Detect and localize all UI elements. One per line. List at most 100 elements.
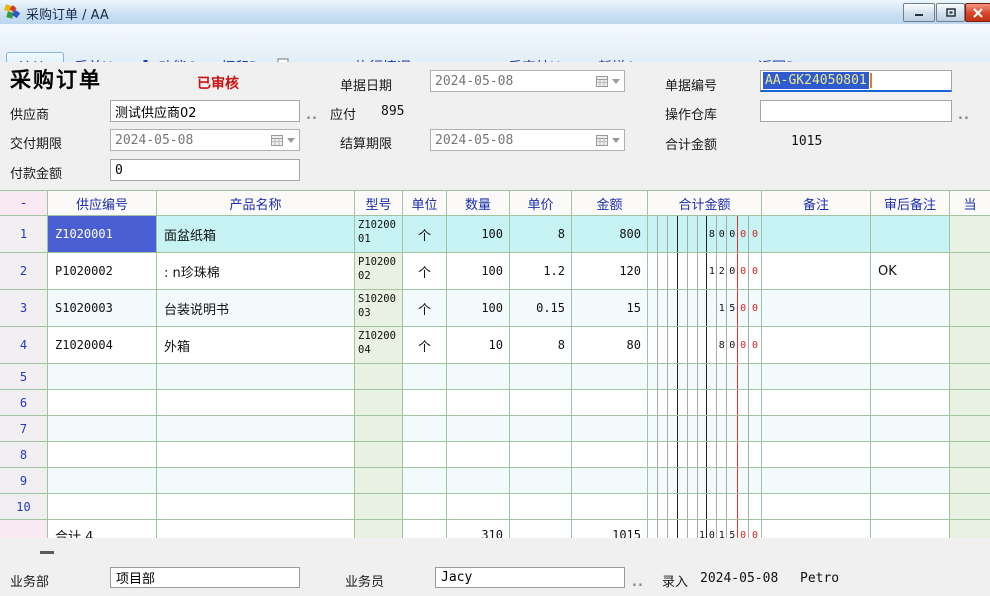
- total-amount-ledger-cell[interactable]: [648, 468, 762, 493]
- unit-cell[interactable]: [403, 390, 447, 415]
- product-name-cell[interactable]: [157, 494, 355, 519]
- product-name-cell[interactable]: [157, 416, 355, 441]
- grid-header-cell[interactable]: 数量: [447, 191, 510, 215]
- row-number-cell[interactable]: 3: [0, 290, 48, 326]
- audit-remark-cell[interactable]: [871, 216, 950, 252]
- supplier-browse-button[interactable]: ..: [306, 108, 318, 123]
- model-cell[interactable]: Z1020001: [355, 216, 403, 252]
- product-name-cell[interactable]: 外箱: [157, 327, 355, 363]
- quantity-cell[interactable]: [447, 416, 510, 441]
- total-amount-ledger-cell[interactable]: [648, 364, 762, 389]
- product-name-cell[interactable]: 台装说明书: [157, 290, 355, 326]
- payment-field[interactable]: 0: [110, 159, 300, 181]
- unit-cell[interactable]: [403, 364, 447, 389]
- unit-cell[interactable]: [403, 494, 447, 519]
- remark-cell[interactable]: [762, 216, 871, 252]
- maximize-button[interactable]: [936, 3, 965, 22]
- model-cell[interactable]: [355, 416, 403, 441]
- amount-cell[interactable]: [572, 468, 648, 493]
- warehouse-field[interactable]: [760, 100, 952, 122]
- row-number-cell[interactable]: 10: [0, 494, 48, 519]
- model-cell[interactable]: [355, 442, 403, 467]
- product-name-cell[interactable]: [157, 468, 355, 493]
- quantity-cell[interactable]: 100: [447, 290, 510, 326]
- amount-cell[interactable]: [572, 442, 648, 467]
- audit-remark-cell[interactable]: [871, 327, 950, 363]
- extra-cell[interactable]: [950, 494, 990, 519]
- audit-remark-cell[interactable]: [871, 390, 950, 415]
- quantity-cell[interactable]: [447, 390, 510, 415]
- amount-cell[interactable]: [572, 416, 648, 441]
- unit-cell[interactable]: [403, 442, 447, 467]
- quantity-cell[interactable]: 100: [447, 216, 510, 252]
- grid-header-cell[interactable]: 审后备注: [871, 191, 950, 215]
- quantity-cell[interactable]: [447, 442, 510, 467]
- doc-date-field[interactable]: 2024-05-08: [430, 70, 625, 92]
- amount-cell[interactable]: [572, 390, 648, 415]
- total-amount-ledger-cell[interactable]: 12000: [648, 253, 762, 289]
- product-name-cell[interactable]: 面盆纸箱: [157, 216, 355, 252]
- unit-price-cell[interactable]: [510, 494, 572, 519]
- grid-header-cell[interactable]: -: [0, 191, 48, 215]
- remark-cell[interactable]: [762, 290, 871, 326]
- row-number-cell[interactable]: 1: [0, 216, 48, 252]
- extra-cell[interactable]: [950, 468, 990, 493]
- supplier-code-cell[interactable]: [48, 416, 157, 441]
- dept-field[interactable]: 项目部: [110, 567, 300, 588]
- model-cell[interactable]: S1020003: [355, 290, 403, 326]
- amount-cell[interactable]: 15: [572, 290, 648, 326]
- amount-cell[interactable]: [572, 494, 648, 519]
- amount-cell[interactable]: 800: [572, 216, 648, 252]
- total-amount-ledger-cell[interactable]: [648, 416, 762, 441]
- audit-remark-cell[interactable]: [871, 416, 950, 441]
- total-amount-ledger-cell[interactable]: 1500: [648, 290, 762, 326]
- minimize-button[interactable]: [903, 3, 935, 22]
- extra-cell[interactable]: [950, 442, 990, 467]
- model-cell[interactable]: [355, 364, 403, 389]
- supplier-code-cell[interactable]: [48, 442, 157, 467]
- salesman-field[interactable]: Jacy: [435, 567, 625, 588]
- unit-cell[interactable]: 个: [403, 253, 447, 289]
- product-name-cell[interactable]: [157, 390, 355, 415]
- total-amount-ledger-cell[interactable]: [648, 442, 762, 467]
- extra-cell[interactable]: [950, 290, 990, 326]
- unit-price-cell[interactable]: 8: [510, 216, 572, 252]
- unit-cell[interactable]: [403, 468, 447, 493]
- supplier-field[interactable]: 测试供应商02: [110, 100, 300, 122]
- unit-cell[interactable]: 个: [403, 216, 447, 252]
- audit-remark-cell[interactable]: [871, 290, 950, 326]
- total-amount-ledger-cell[interactable]: 8000: [648, 327, 762, 363]
- audit-remark-cell[interactable]: [871, 468, 950, 493]
- product-name-cell[interactable]: : n珍珠棉: [157, 253, 355, 289]
- grid-header-cell[interactable]: 备注: [762, 191, 871, 215]
- unit-price-cell[interactable]: 0.15: [510, 290, 572, 326]
- calendar-icon[interactable]: [271, 134, 295, 146]
- remark-cell[interactable]: [762, 468, 871, 493]
- settle-date-field[interactable]: 2024-05-08: [430, 129, 625, 151]
- grid-header-cell[interactable]: 型号: [355, 191, 403, 215]
- grid-header-cell[interactable]: 合计金额: [648, 191, 762, 215]
- model-cell[interactable]: [355, 468, 403, 493]
- amount-cell[interactable]: 120: [572, 253, 648, 289]
- row-number-cell[interactable]: 5: [0, 364, 48, 389]
- quantity-cell[interactable]: [447, 494, 510, 519]
- supplier-code-cell[interactable]: [48, 468, 157, 493]
- row-number-cell[interactable]: 7: [0, 416, 48, 441]
- total-amount-ledger-cell[interactable]: [648, 390, 762, 415]
- audit-remark-cell[interactable]: [871, 442, 950, 467]
- remark-cell[interactable]: [762, 390, 871, 415]
- remark-cell[interactable]: [762, 327, 871, 363]
- calendar-icon[interactable]: [596, 75, 620, 87]
- warehouse-browse-button[interactable]: ..: [958, 108, 970, 123]
- row-number-cell[interactable]: 4: [0, 327, 48, 363]
- supplier-code-cell[interactable]: S1020003: [48, 290, 157, 326]
- supplier-code-cell[interactable]: [48, 364, 157, 389]
- unit-price-cell[interactable]: [510, 468, 572, 493]
- product-name-cell[interactable]: [157, 442, 355, 467]
- audit-remark-cell[interactable]: OK: [871, 253, 950, 289]
- model-cell[interactable]: [355, 494, 403, 519]
- extra-cell[interactable]: [950, 416, 990, 441]
- grid-header-cell[interactable]: 单位: [403, 191, 447, 215]
- remark-cell[interactable]: [762, 416, 871, 441]
- supplier-code-cell[interactable]: [48, 494, 157, 519]
